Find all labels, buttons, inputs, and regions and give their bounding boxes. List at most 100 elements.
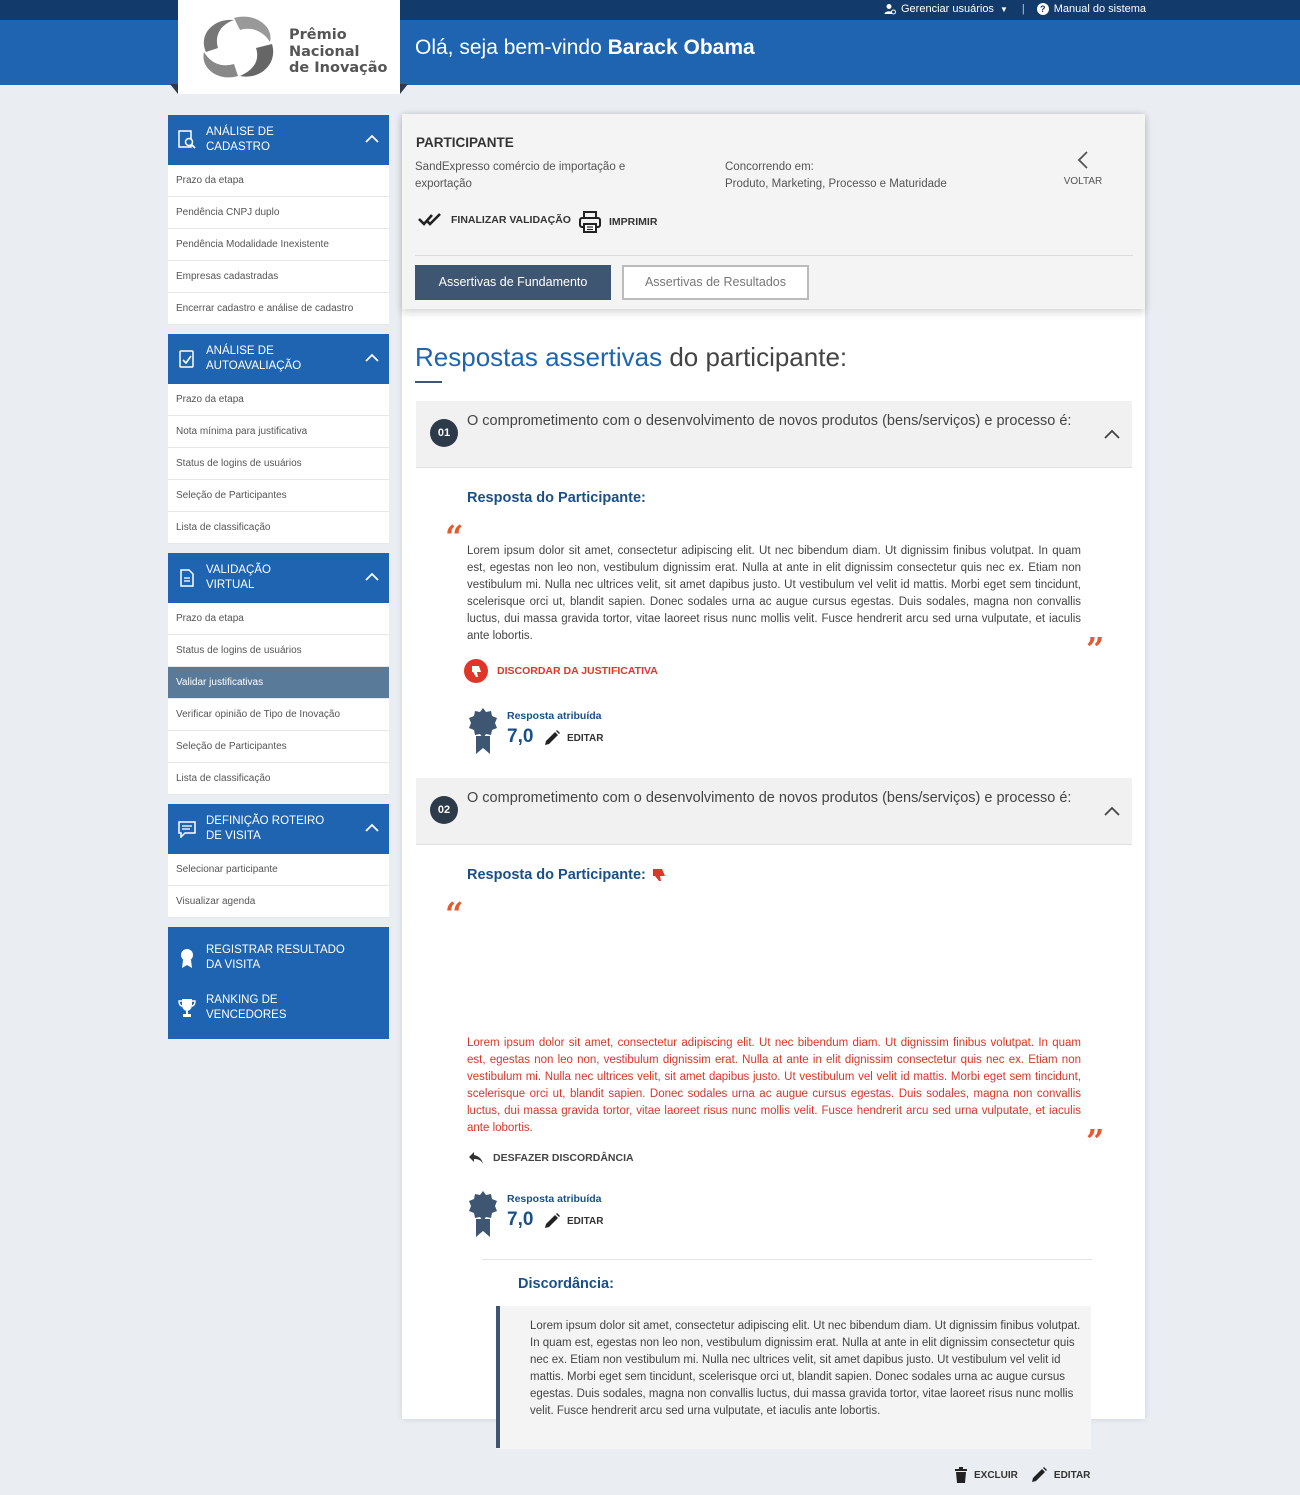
answer-text: Lorem ipsum dolor sit amet, consectetur … [467,1037,1081,1134]
back-button[interactable]: VOLTAR [1062,150,1104,187]
logo-line-3: de Inovação [289,60,388,76]
sidebar-item-empresas[interactable]: Empresas cadastradas [168,261,389,293]
title-line-1: DEFINIÇÃO ROTEIRO [206,815,325,827]
label-line-2: VENCEDORES [206,1009,287,1021]
edit-label: EDITAR [567,732,604,744]
search-doc-icon [177,130,197,150]
logo-line-1: Prêmio [289,27,347,43]
open-quote-icon: “ [445,518,464,556]
chevron-up-icon[interactable] [365,570,379,584]
sidebar-item-selecao[interactable]: Seleção de Participantes [168,480,389,512]
print-button[interactable]: IMPRIMIR [578,210,657,234]
answer-label: Resposta do Participante: [467,490,646,506]
chevron-left-icon [1077,151,1088,169]
logo-fold-right [400,84,408,94]
page-title-highlight: Respostas assertivas [415,342,663,372]
back-label: VOLTAR [1063,176,1103,187]
manage-users-link[interactable]: Gerenciar usuários ▼ [884,3,1008,15]
print-label: IMPRIMIR [609,216,658,228]
edit-disagreement-button[interactable]: EDITAR [1030,1466,1090,1484]
chevron-up-icon[interactable] [1104,805,1120,817]
sidebar-item-visualizar-agenda[interactable]: Visualizar agenda [168,886,389,918]
chevron-up-icon[interactable] [365,821,379,835]
title-line-1: ANÁLISE DE [206,126,274,138]
document-icon [177,568,197,588]
chat-icon [177,819,197,839]
sidebar-section-header[interactable]: VALIDAÇÃO VIRTUAL [168,553,389,603]
chevron-up-icon[interactable] [365,351,379,365]
competing-label: Concorrendo em: [725,161,814,173]
close-quote-icon: ” [1086,630,1105,668]
question-item: 02 O comprometimento com o desenvolvimen… [416,778,1132,1483]
sidebar-item-selecao[interactable]: Seleção de Participantes [168,731,389,763]
edit-score-button[interactable]: EDITAR [543,729,603,747]
question-text: O comprometimento com o desenvolvimento … [467,790,1072,806]
close-quote-icon: ” [1086,1122,1105,1160]
chevron-up-icon[interactable] [1104,428,1120,440]
participant-section-title: PARTICIPANTE [416,135,514,150]
title-line-2: CADASTRO [206,141,270,153]
chevron-up-icon[interactable] [365,132,379,146]
sidebar-item-prazo[interactable]: Prazo da etapa [168,384,389,416]
pencil-icon [545,1213,560,1228]
welcome-message: Olá, seja bem-vindo Barack Obama [415,36,755,60]
delete-disagreement-button[interactable]: EXCLUIR [954,1467,1018,1483]
sidebar-section-validacao: VALIDAÇÃO VIRTUAL Prazo da etapa Status … [168,553,389,795]
sidebar-item-nota-minima[interactable]: Nota mínima para justificativa [168,416,389,448]
undo-disagreement-button[interactable]: DESFAZER DISCORDÂNCIA [468,1151,634,1165]
sidebar-item-validar-justificativas[interactable]: Validar justificativas [168,667,389,699]
sidebar-item-classificacao[interactable]: Lista de classificação [168,763,389,795]
sidebar-item-selecionar-participante[interactable]: Selecionar participante [168,854,389,886]
disagree-label: DISCORDAR DA JUSTIFICATIVA [497,665,658,677]
top-links: Gerenciar usuários ▼ | ? Manual do siste… [884,3,1146,15]
sidebar-item-classificacao[interactable]: Lista de classificação [168,512,389,544]
pencil-icon [545,730,560,745]
title-line-2: DE VISITA [206,830,261,842]
delete-label: EXCLUIR [974,1469,1018,1481]
label-line-1: RANKING DE [206,994,278,1006]
sidebar-item-status-logins[interactable]: Status de logins de usuários [168,448,389,480]
award-badge-icon [469,1191,497,1237]
finalize-validation-button[interactable]: FINALIZAR VALIDAÇÃO [418,212,571,228]
sidebar-item-registrar-resultado[interactable]: REGISTRAR RESULTADO DA VISITA [168,933,389,983]
trophy-icon [177,998,197,1018]
participant-name: SandExpresso comércio de importação e ex… [415,161,626,190]
sidebar-item-cnpj[interactable]: Pendência CNPJ duplo [168,197,389,229]
question-item: 01 O comprometimento com o desenvolvimen… [416,401,1132,777]
finalize-label: FINALIZAR VALIDAÇÃO [451,214,571,226]
sidebar-section-header[interactable]: DEFINIÇÃO ROTEIRO DE VISITA [168,804,389,854]
tab-assertivas-fundamento[interactable]: Assertivas de Fundamento [415,265,611,300]
page-title-rest: do participante: [669,342,848,372]
disagreement-accent-bar [496,1306,500,1448]
help-icon: ? [1036,3,1049,15]
score-label: Resposta atribuída [507,1193,602,1205]
answer-label: Resposta do Participante: [467,867,646,883]
score-value: 7,0 [507,1209,534,1230]
question-header[interactable]: 01 O comprometimento com o desenvolvimen… [416,401,1132,468]
sidebar-item-prazo[interactable]: Prazo da etapa [168,603,389,635]
sidebar-bottom-links: REGISTRAR RESULTADO DA VISITA RANKING DE… [168,927,389,1039]
page-title: Respostas assertivas do participante: [415,342,847,373]
tab-assertivas-resultados[interactable]: Assertivas de Resultados [622,265,809,300]
logo[interactable]: Prêmio Nacional de Inovação [178,0,400,94]
edit-score-button[interactable]: EDITAR [543,1212,603,1230]
sidebar-section-header[interactable]: ANÁLISE DE CADASTRO [168,115,389,165]
welcome-prefix: Olá, seja bem-vindo [415,36,602,59]
divider [415,255,1133,256]
sidebar-section-header[interactable]: ANÁLISE DE AUTOAVALIAÇÃO [168,334,389,384]
link-separator: | [1021,3,1025,15]
answer-label-row: Resposta do Participante: [467,867,666,883]
check-doc-icon [177,349,197,369]
manual-link[interactable]: ? Manual do sistema [1036,3,1146,15]
disagreement-actions: EXCLUIR EDITAR [942,1466,1090,1484]
sidebar-item-verificar-opiniao[interactable]: Verificar opinião de Tipo de Inovação [168,699,389,731]
disagree-button[interactable]: DISCORDAR DA JUSTIFICATIVA [464,659,658,683]
thumbs-down-icon [652,869,665,881]
sidebar-item-ranking[interactable]: RANKING DE VENCEDORES [168,983,389,1033]
sidebar-item-prazo[interactable]: Prazo da etapa [168,165,389,197]
sidebar-item-status-logins[interactable]: Status de logins de usuários [168,635,389,667]
question-header[interactable]: 02 O comprometimento com o desenvolvimen… [416,778,1132,845]
medal-icon [177,947,197,969]
sidebar-item-modalidade[interactable]: Pendência Modalidade Inexistente [168,229,389,261]
sidebar-item-encerrar[interactable]: Encerrar cadastro e análise de cadastro [168,293,389,325]
